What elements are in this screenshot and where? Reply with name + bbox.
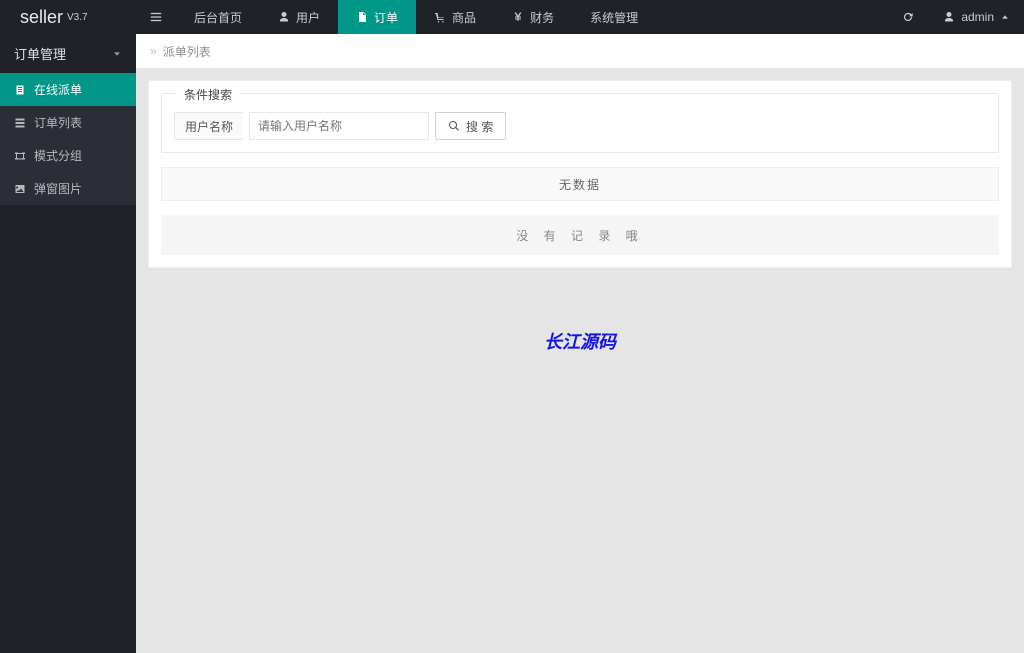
panel: 条件搜索 用户名称 搜 索 无数据 没 有 记 录 哦 (148, 80, 1012, 268)
double-chevron-right-icon: » (150, 44, 157, 58)
user-name: admin (961, 10, 994, 24)
search-fieldset: 条件搜索 用户名称 搜 索 (161, 93, 999, 153)
hamburger-toggle[interactable] (136, 0, 176, 34)
nav-label: 财务 (530, 9, 554, 26)
order-icon (356, 11, 368, 23)
chevron-up-icon (1000, 12, 1010, 22)
user-menu[interactable]: admin (929, 0, 1024, 34)
top-header: seller V3.7 后台首页 用户 订单 商品 财务 系统管理 (0, 0, 1024, 34)
nav-orders[interactable]: 订单 (338, 0, 416, 34)
search-button[interactable]: 搜 索 (435, 112, 506, 140)
nav-label: 订单 (374, 9, 398, 26)
file-icon (14, 84, 26, 96)
sidebar-item-order-list[interactable]: 订单列表 (0, 106, 136, 139)
group-icon (14, 150, 26, 162)
sidebar-item-label: 在线派单 (34, 81, 82, 98)
user-icon (943, 11, 955, 23)
search-row: 用户名称 搜 索 (174, 112, 986, 140)
search-button-label: 搜 索 (466, 118, 493, 135)
yen-icon (512, 11, 524, 23)
sidebar-item-label: 模式分组 (34, 147, 82, 164)
header-right: admin (887, 0, 1024, 34)
user-icon (278, 11, 290, 23)
nav-label: 用户 (296, 9, 320, 26)
sidebar-item-label: 弹窗图片 (34, 180, 82, 197)
sidebar-group-orders[interactable]: 订单管理 (0, 34, 136, 73)
username-input[interactable] (249, 112, 429, 140)
brand-name: seller (20, 7, 63, 28)
sidebar-item-mode-group[interactable]: 模式分组 (0, 139, 136, 172)
refresh-icon (901, 10, 915, 24)
table-header-text: 无数据 (559, 176, 601, 193)
image-icon (14, 183, 26, 195)
table-empty-row: 没 有 记 录 哦 (161, 215, 999, 255)
sidebar-item-dispatch-online[interactable]: 在线派单 (0, 73, 136, 106)
brand-logo: seller V3.7 (0, 0, 136, 34)
watermark-text: 长江源码 (148, 328, 1012, 354)
current-tab-label[interactable]: 派单列表 (163, 43, 211, 60)
nav-products[interactable]: 商品 (416, 0, 494, 34)
top-nav: 后台首页 用户 订单 商品 财务 系统管理 (176, 0, 656, 34)
nav-users[interactable]: 用户 (260, 0, 338, 34)
main-area: » 派单列表 条件搜索 用户名称 搜 索 无数据 没 有 记 录 哦 (136, 34, 1024, 653)
search-icon (448, 120, 460, 132)
hamburger-icon (149, 10, 163, 24)
breadcrumb-tabbar: » 派单列表 (136, 34, 1024, 68)
nav-finance[interactable]: 财务 (494, 0, 572, 34)
refresh-button[interactable] (887, 0, 929, 34)
nav-system[interactable]: 系统管理 (572, 0, 656, 34)
nav-label: 后台首页 (194, 9, 242, 26)
sidebar-item-popup-image[interactable]: 弹窗图片 (0, 172, 136, 205)
sidebar-group-label: 订单管理 (14, 44, 66, 63)
nav-home[interactable]: 后台首页 (176, 0, 260, 34)
search-addon-label: 用户名称 (174, 112, 243, 140)
content-area: 条件搜索 用户名称 搜 索 无数据 没 有 记 录 哦 长江源码 (136, 68, 1024, 366)
nav-label: 商品 (452, 9, 476, 26)
cart-icon (434, 11, 446, 23)
sidebar-item-label: 订单列表 (34, 114, 82, 131)
nav-label: 系统管理 (590, 9, 638, 26)
chevron-down-icon (112, 49, 122, 59)
fieldset-title: 条件搜索 (176, 86, 240, 103)
list-icon (14, 117, 26, 129)
brand-version: V3.7 (67, 12, 88, 23)
sidebar: 订单管理 在线派单 订单列表 模式分组 弹窗图片 (0, 34, 136, 653)
table-empty-text: 没 有 记 录 哦 (516, 227, 643, 244)
table-header-nodata: 无数据 (161, 167, 999, 201)
